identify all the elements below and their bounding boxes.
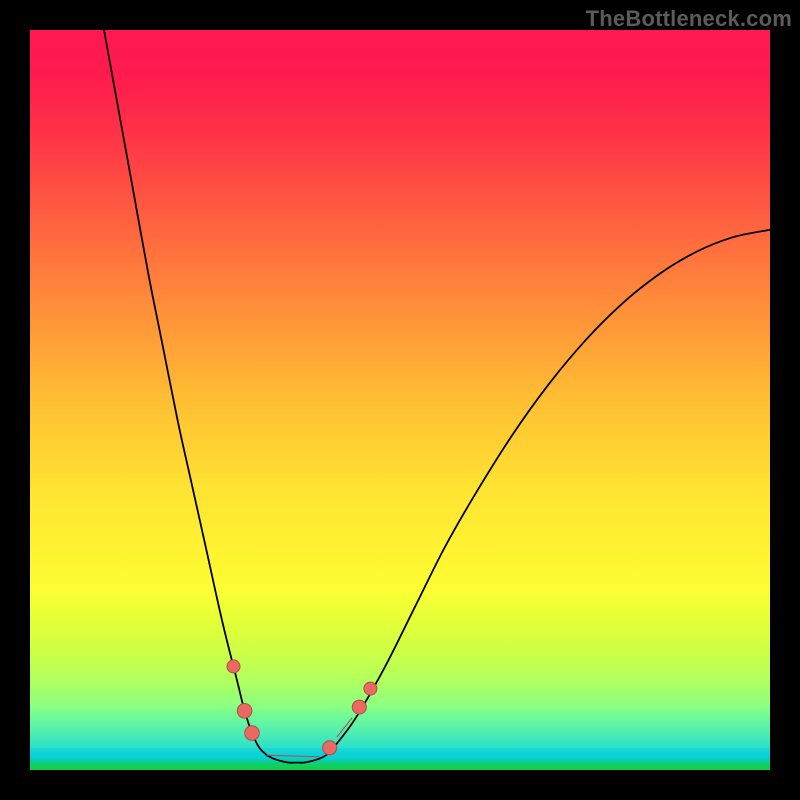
curve-layer xyxy=(30,30,770,770)
marker-pill xyxy=(267,755,319,757)
chart-stage: TheBottleneck.com xyxy=(0,0,800,800)
marker-dot xyxy=(364,682,377,695)
marker-dot xyxy=(323,741,337,755)
bottleneck-curve xyxy=(104,30,770,763)
watermark-text: TheBottleneck.com xyxy=(586,6,792,32)
plot-area xyxy=(30,30,770,770)
marker-dot xyxy=(227,660,240,673)
marker-dot xyxy=(245,726,260,741)
marker-dot xyxy=(237,704,252,719)
marker-dot xyxy=(352,700,366,714)
marker-layer xyxy=(227,660,377,757)
